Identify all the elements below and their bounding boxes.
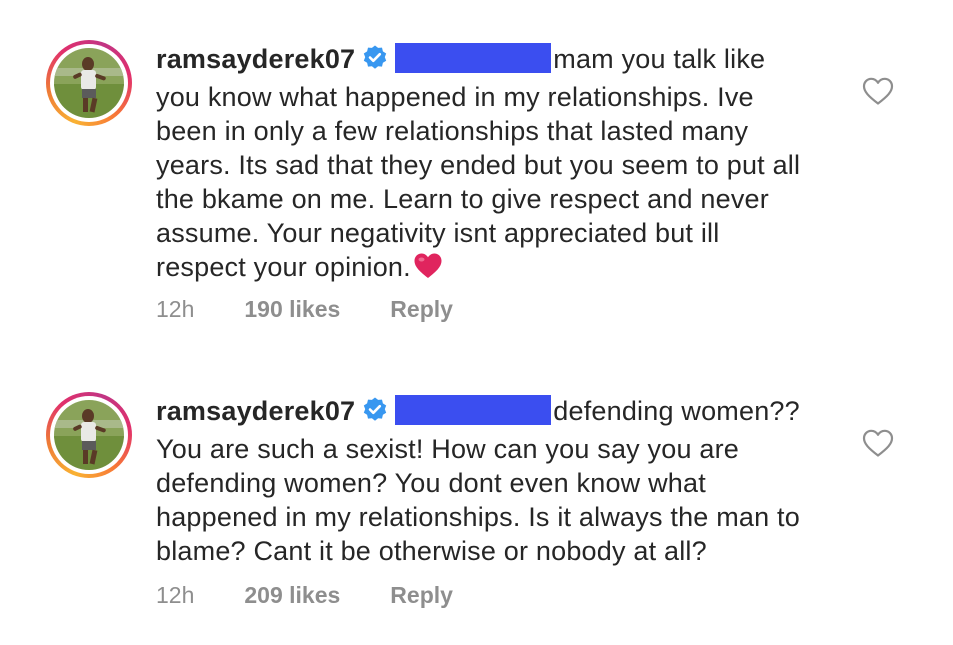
reply-button[interactable]: Reply	[390, 582, 453, 608]
avatar-photo-icon	[54, 48, 124, 118]
story-ring[interactable]	[46, 40, 132, 126]
comment-body: ramsayderek07 mam you talk like you know …	[156, 42, 816, 288]
story-ring[interactable]	[46, 392, 132, 478]
avatar[interactable]	[54, 400, 124, 470]
heart-outline-icon[interactable]	[862, 428, 894, 458]
reply-button[interactable]: Reply	[390, 296, 453, 322]
avatar[interactable]	[54, 48, 124, 118]
likes-count-link[interactable]: 209 likes	[244, 582, 340, 608]
comment-meta: 12h 190 likes Reply	[156, 296, 503, 323]
comment-timestamp: 12h	[156, 582, 195, 608]
avatar-photo-icon	[54, 400, 124, 470]
comment-text: mam you talk like you know what happened…	[156, 44, 801, 282]
comment-meta: 12h 209 likes Reply	[156, 582, 503, 609]
likes-count-link[interactable]: 190 likes	[244, 296, 340, 322]
comment-timestamp: 12h	[156, 296, 195, 322]
comment-body: ramsayderek07 defending women?? You are s…	[156, 394, 816, 568]
redacted-mention	[395, 43, 552, 73]
redacted-mention	[395, 395, 552, 425]
heart-outline-icon[interactable]	[862, 76, 894, 106]
verified-badge-icon	[361, 396, 389, 432]
username-link[interactable]: ramsayderek07	[156, 396, 355, 426]
verified-badge-icon	[361, 44, 389, 80]
username-link[interactable]: ramsayderek07	[156, 44, 355, 74]
red-heart-emoji-icon	[413, 252, 443, 288]
